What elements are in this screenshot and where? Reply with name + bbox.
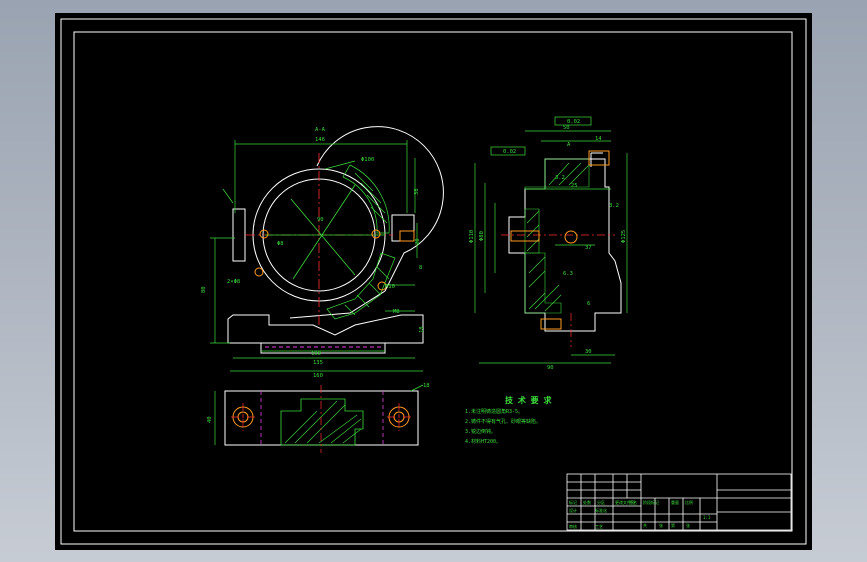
dim-base-w1: 100 <box>311 351 321 357</box>
drawing-canvas[interactable]: A-A 146 Φ100 90 Φ8 80 100 135 160 M8 18 … <box>55 13 812 550</box>
dim-note-hole: 2×Φ8 <box>227 279 240 285</box>
dim-w90: 90 <box>547 365 554 371</box>
left-view-construction <box>265 184 385 280</box>
dim-thread: M8 <box>393 309 400 315</box>
tb-cell-11: 重量 <box>671 499 679 505</box>
dim-r-label: R10 <box>385 284 395 290</box>
dim-d110: Φ110 <box>469 230 475 243</box>
inner-frame <box>73 31 793 532</box>
dim-ra3: 3.2 <box>609 203 619 209</box>
dim-slot: 8 <box>419 265 422 271</box>
bottom-dim-label: 18 <box>423 383 430 389</box>
dim-d80: Φ80 <box>479 231 485 241</box>
dim-base-w2: 135 <box>313 360 323 366</box>
dim-w6: 6 <box>587 301 590 307</box>
section-label-aa: A-A <box>315 127 326 133</box>
bottom-view: 18 40 <box>207 383 430 453</box>
dim-base-h: 18 <box>419 326 425 333</box>
tb-cell-6: 设计 <box>569 507 577 513</box>
tech-line-4: 4.材料HT200。 <box>465 438 501 445</box>
tb-cell-0: 标记 <box>569 499 577 505</box>
dim-small-2: 20 <box>415 238 421 245</box>
tech-line-3: 3.锐边倒钝。 <box>465 428 496 435</box>
tb-cell-2: 分区 <box>597 499 605 505</box>
bottom-dim-height: 40 <box>207 416 213 423</box>
left-view-dim-text: A-A 146 Φ100 90 Φ8 80 100 135 160 M8 18 … <box>201 127 425 379</box>
right-view <box>508 152 622 332</box>
tb-cell-10: 阶段标记 <box>643 499 659 505</box>
tb-cell-8: 审核 <box>569 523 577 529</box>
dim-width-mid: 25 <box>571 183 578 189</box>
dim-base-w3: 160 <box>313 373 323 379</box>
dim-bore-dia: 90 <box>317 217 324 223</box>
dim-outer-dia: Φ100 <box>361 157 374 163</box>
left-view-dimensions <box>210 140 423 372</box>
right-view-centerlines <box>501 234 615 347</box>
dim-w37: 37 <box>585 245 592 251</box>
dim-height-total: 80 <box>201 286 207 293</box>
dim-parallel: 0.02 <box>503 149 516 155</box>
tech-title: 技 术 要 求 <box>505 395 552 405</box>
section-label-a: A <box>567 142 571 148</box>
tb-cell-12: 比例 <box>685 499 693 505</box>
dim-ra1: 3.2 <box>555 175 565 181</box>
tb-cell-4: 签名 <box>629 499 637 505</box>
tb-cell-9: 工艺 <box>595 524 603 529</box>
dim-hole-label: Φ8 <box>277 241 284 247</box>
cad-viewport: A-A 146 Φ100 90 Φ8 80 100 135 160 M8 18 … <box>0 0 867 562</box>
dim-w30: 30 <box>585 349 592 355</box>
dim-top-width: 146 <box>315 137 325 143</box>
tech-requirements: 技 术 要 求 1.未注明铸造圆角R3-5。 2.铸件不得有气孔、砂眼等缺陷。 … <box>465 395 552 445</box>
tb-cell-7: 标准化 <box>595 507 607 513</box>
tb-cell-1: 处数 <box>583 499 591 505</box>
drawing-svg: A-A 146 Φ100 90 Φ8 80 100 135 160 M8 18 … <box>60 18 807 545</box>
tb-cell-13: 共 <box>643 522 647 528</box>
tech-line-2: 2.铸件不得有气孔、砂眼等缺陷。 <box>465 418 541 425</box>
dim-d125: Φ125 <box>621 230 627 243</box>
tb-cell-14: 张 <box>659 522 663 528</box>
right-view-dim-text: A 0.02 0.02 50 25 14 Φ110 Φ80 Φ125 30 90… <box>469 119 627 371</box>
dim-width-top: 50 <box>563 125 570 131</box>
tb-cell-17: 1:1 <box>703 515 711 520</box>
right-view-hatch <box>524 158 590 314</box>
tech-line-1: 1.未注明铸造圆角R3-5。 <box>465 408 523 415</box>
tb-cell-15: 第 <box>671 522 675 528</box>
tb-cell-16: 张 <box>686 522 690 528</box>
dim-w14: 14 <box>595 136 602 142</box>
dim-ra2: 6.3 <box>563 271 573 277</box>
outer-frame <box>60 18 807 545</box>
dim-small-1: 38 <box>414 188 420 195</box>
right-view-dimensions <box>474 116 628 364</box>
